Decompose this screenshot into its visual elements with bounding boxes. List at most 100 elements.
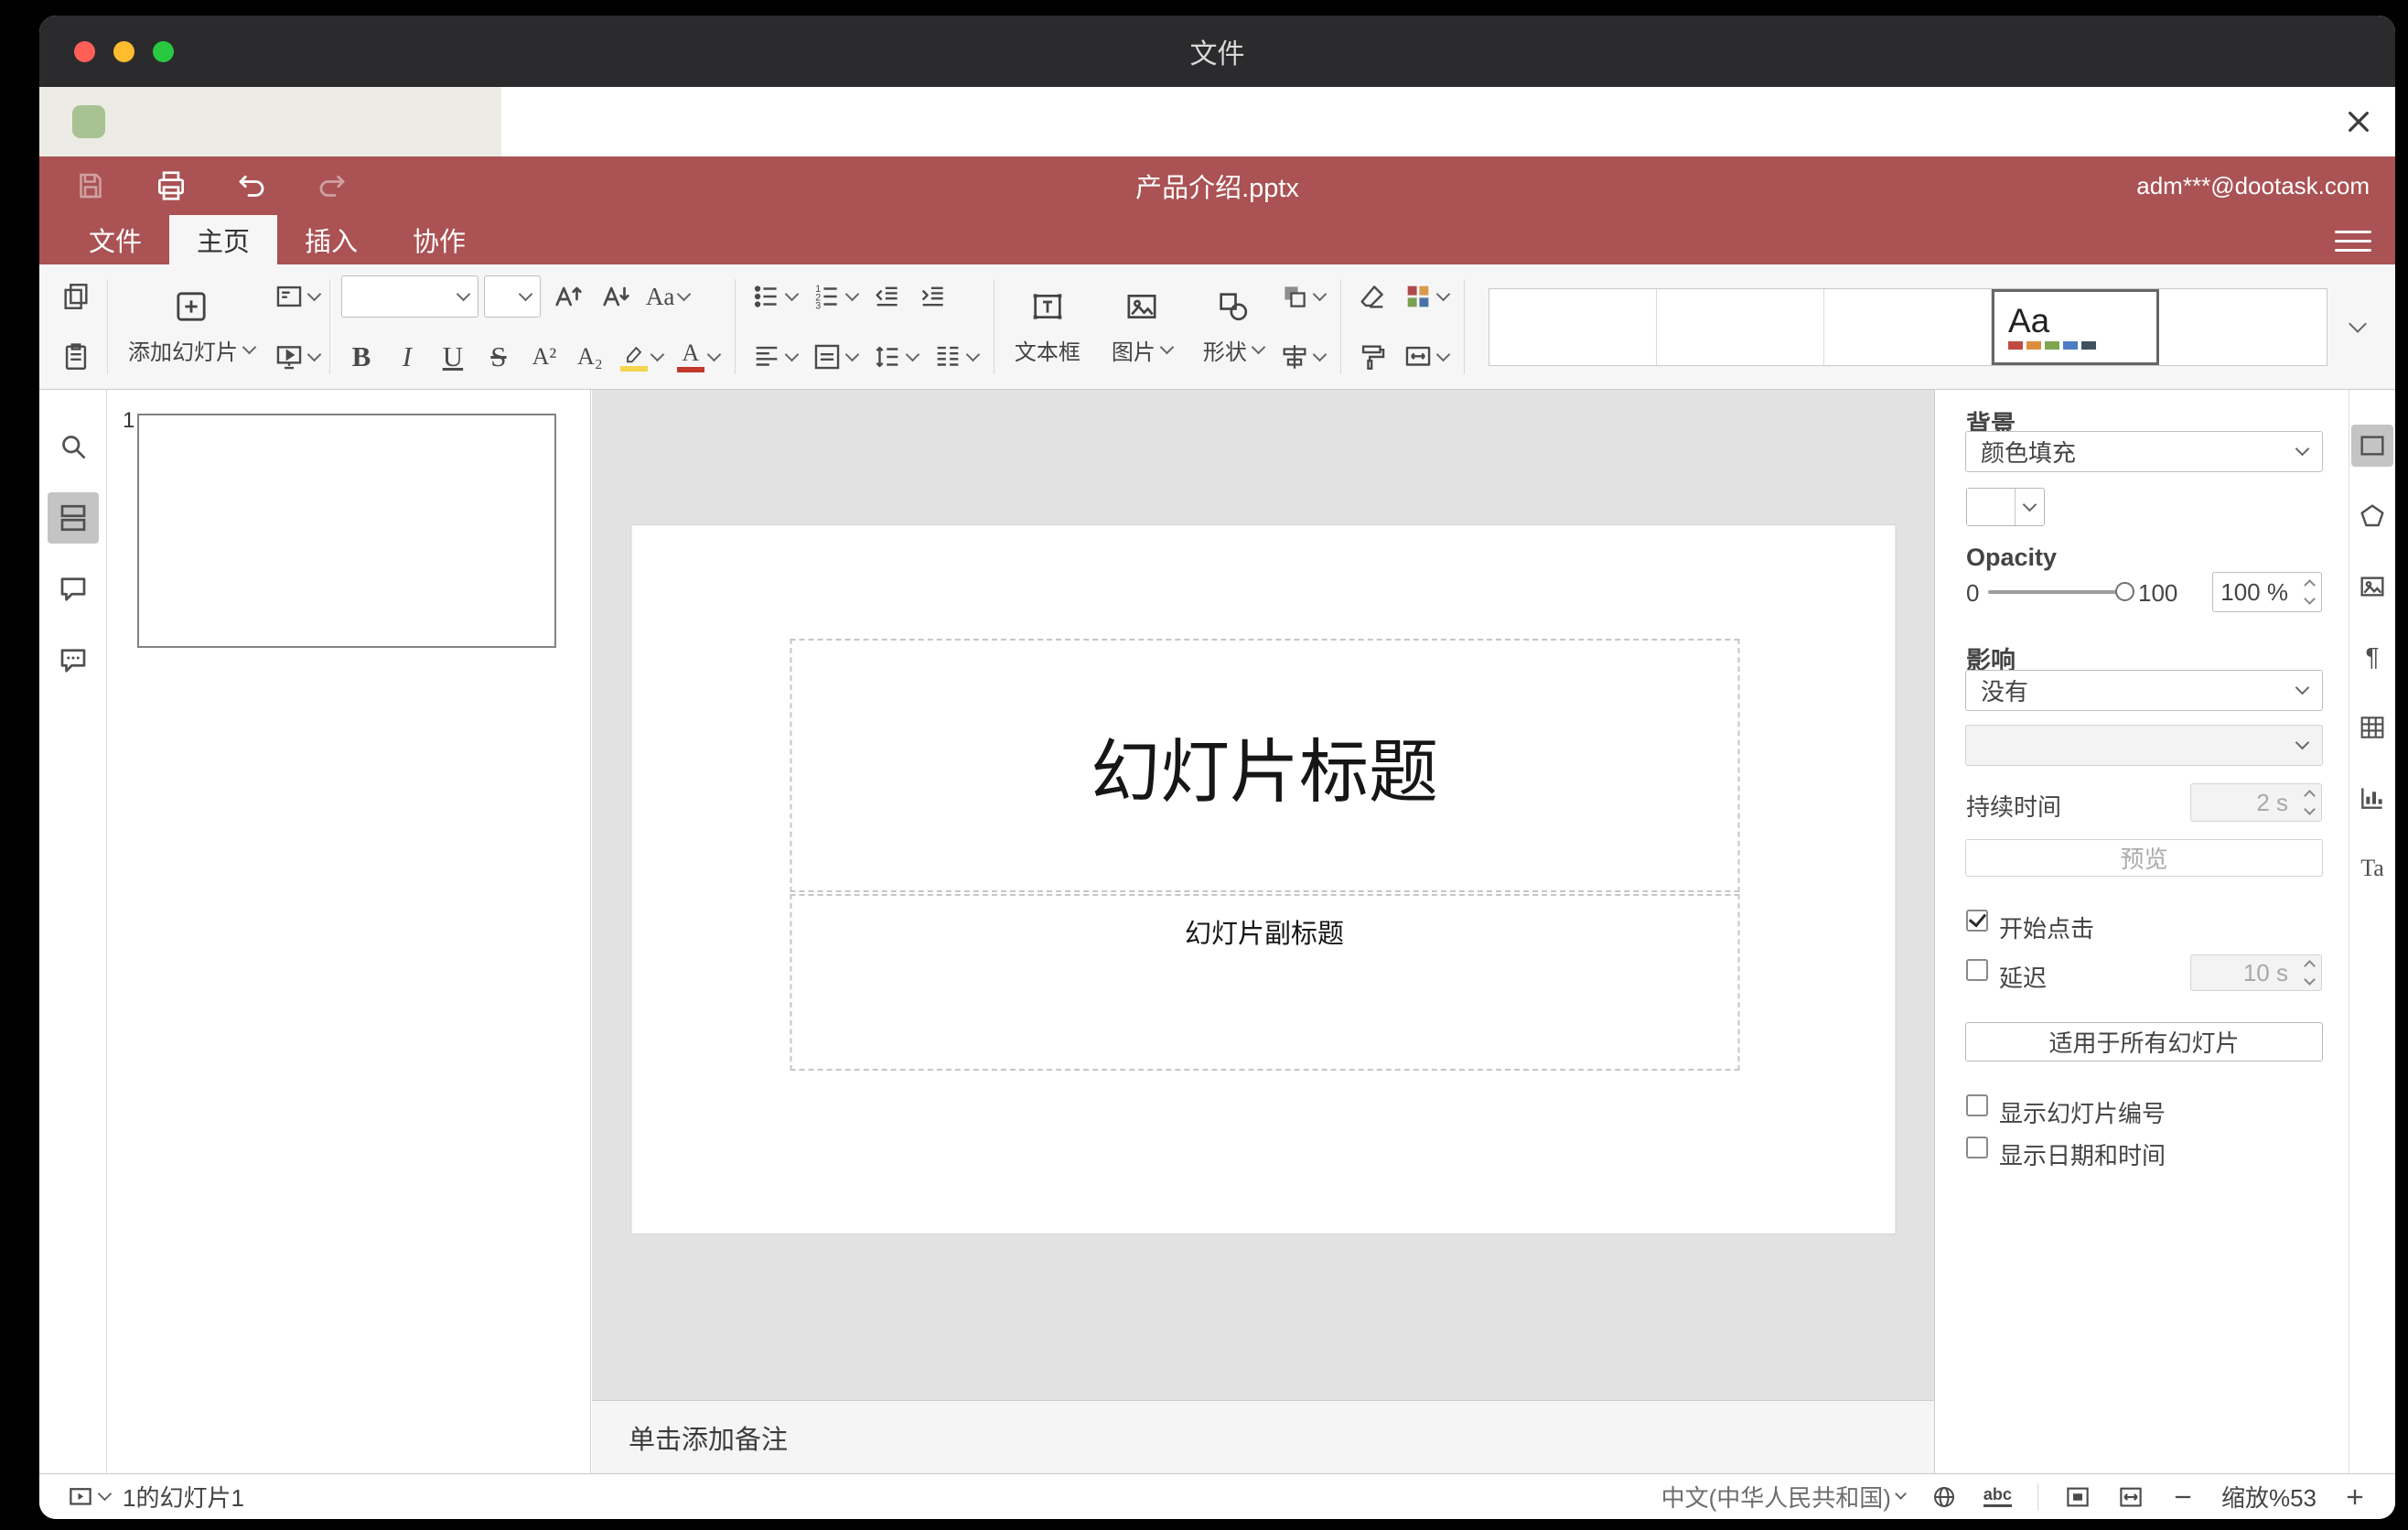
language-select[interactable]: 中文(中华人民共和国) <box>1661 1480 1907 1514</box>
insert-image-button[interactable]: 图片 <box>1102 271 1181 382</box>
show-slide-number-label: 显示幻灯片编号 <box>1999 1100 2166 1127</box>
zoom-out-button[interactable] <box>2170 1484 2196 1510</box>
table-settings-button[interactable] <box>2351 706 2393 749</box>
show-date-time-checkbox[interactable] <box>1966 1137 1988 1158</box>
tab-file[interactable]: 文件 <box>61 215 169 264</box>
copy-button[interactable] <box>56 271 96 322</box>
text-art-settings-button[interactable]: Ta <box>2351 847 2393 889</box>
paste-button[interactable] <box>56 331 96 382</box>
start-slideshow-status-button[interactable] <box>67 1483 113 1511</box>
document-title: 产品介绍.pptx <box>1135 174 1299 203</box>
left-sidebar <box>39 390 107 1473</box>
view-settings-button[interactable] <box>2335 226 2371 255</box>
fit-slide-button[interactable] <box>2064 1483 2091 1511</box>
save-button[interactable] <box>72 167 109 204</box>
italic-label: I <box>402 340 413 372</box>
undo-button[interactable] <box>233 167 270 204</box>
sidebar-slides-button[interactable] <box>47 492 99 544</box>
apply-to-all-button[interactable]: 适用于所有幻灯片 <box>1965 1022 2323 1061</box>
title-placeholder[interactable]: 幻灯片标题 <box>790 639 1739 892</box>
change-layout-button[interactable] <box>269 271 324 322</box>
color-scheme-button[interactable] <box>1398 271 1453 322</box>
shape-settings-button[interactable] <box>2351 495 2393 537</box>
spellcheck-button[interactable]: abc <box>1983 1485 2012 1507</box>
bold-button[interactable]: B <box>341 331 382 382</box>
theme-tile-selected[interactable]: Aa <box>1992 288 2159 365</box>
traffic-zoom-button[interactable] <box>153 40 174 62</box>
change-case-button[interactable]: Aa <box>641 271 693 322</box>
background-color-select[interactable] <box>1966 488 2045 526</box>
line-spacing-button[interactable] <box>867 331 922 382</box>
delay-spinner[interactable]: 10 s <box>2190 954 2322 991</box>
sidebar-search-button[interactable] <box>48 421 99 472</box>
close-button[interactable] <box>2337 100 2381 144</box>
font-size-select[interactable] <box>483 275 541 318</box>
background-fill-select[interactable]: 颜色填充 <box>1965 431 2323 472</box>
insert-text-box-button[interactable]: 文本框 <box>1005 271 1090 382</box>
font-name-select[interactable] <box>340 275 478 318</box>
transition-select[interactable]: 没有 <box>1965 670 2323 711</box>
add-slide-button[interactable]: 添加幻灯片 <box>119 271 263 382</box>
opacity-slider-track[interactable] <box>1988 590 2127 594</box>
subscript-button[interactable]: A₂ <box>570 331 610 382</box>
increase-indent-button[interactable] <box>913 271 953 322</box>
superscript-button[interactable]: A² <box>524 331 564 382</box>
show-slide-number-checkbox[interactable] <box>1966 1094 1988 1116</box>
copy-style-button[interactable] <box>1352 331 1392 382</box>
strikethrough-button[interactable]: S <box>478 331 519 382</box>
tab-collaboration[interactable]: 协作 <box>385 215 493 264</box>
paragraph-group: 123 <box>747 271 983 382</box>
notes-area[interactable]: 单击添加备注 <box>592 1400 1934 1473</box>
globe-icon <box>1933 1486 1954 1507</box>
columns-button[interactable] <box>928 331 983 382</box>
theme-tile-1[interactable] <box>1489 288 1657 365</box>
underline-button[interactable]: U <box>433 331 473 382</box>
increase-font-button[interactable] <box>546 271 588 322</box>
subtitle-placeholder[interactable]: 幻灯片副标题 <box>790 894 1739 1071</box>
traffic-minimize-button[interactable] <box>113 40 134 62</box>
bullets-button[interactable] <box>747 271 801 322</box>
undo-icon <box>239 175 264 197</box>
numbering-button[interactable]: 123 <box>807 271 862 322</box>
document-language-button[interactable] <box>1930 1483 1958 1511</box>
image-settings-button[interactable] <box>2351 566 2393 608</box>
redo-button[interactable] <box>314 167 350 204</box>
tab-home[interactable]: 主页 <box>169 215 278 264</box>
paragraph-settings-button[interactable]: ¶ <box>2351 636 2393 678</box>
theme-tile-2[interactable] <box>1657 288 1824 365</box>
align-shape-button[interactable] <box>1274 331 1329 382</box>
insert-shape-button[interactable]: 形状 <box>1194 271 1273 382</box>
tab-insert[interactable]: 插入 <box>277 215 385 264</box>
start-on-click-checkbox[interactable] <box>1966 910 1988 932</box>
arrange-shape-button[interactable] <box>1274 271 1329 322</box>
clear-style-button[interactable] <box>1352 271 1392 322</box>
print-button[interactable] <box>153 167 189 204</box>
theme-gallery-expand-button[interactable] <box>2337 288 2379 366</box>
sidebar-chat-button[interactable] <box>48 635 99 686</box>
highlight-color-button[interactable] <box>616 331 667 382</box>
horizontal-align-button[interactable] <box>747 331 801 382</box>
preview-button[interactable]: 预览 <box>1965 839 2323 877</box>
zoom-in-button[interactable] <box>2342 1484 2368 1510</box>
start-slideshow-button[interactable] <box>269 331 324 382</box>
decrease-indent-button[interactable] <box>867 271 908 322</box>
italic-button[interactable]: I <box>387 331 427 382</box>
slide-size-button[interactable] <box>1398 331 1453 382</box>
vertical-align-button[interactable] <box>807 331 862 382</box>
transition-option-select[interactable] <box>1965 725 2323 766</box>
theme-tile-5[interactable] <box>2159 288 2327 365</box>
chart-settings-button[interactable] <box>2351 777 2393 819</box>
image-icon <box>1127 294 1156 318</box>
duration-spinner[interactable]: 2 s <box>2190 783 2322 822</box>
font-color-button[interactable]: A <box>672 331 724 382</box>
opacity-spinner[interactable]: 100 % <box>2212 572 2322 612</box>
fit-width-button[interactable] <box>2117 1483 2145 1511</box>
slide-settings-button[interactable] <box>2351 425 2393 467</box>
opacity-slider-knob[interactable] <box>2115 582 2134 601</box>
sidebar-comments-button[interactable] <box>48 564 99 615</box>
slide-thumbnail[interactable] <box>137 414 556 648</box>
delay-checkbox[interactable] <box>1966 959 1988 981</box>
decrease-font-button[interactable] <box>594 271 636 322</box>
theme-tile-3[interactable] <box>1824 288 1992 365</box>
traffic-close-button[interactable] <box>74 40 95 62</box>
